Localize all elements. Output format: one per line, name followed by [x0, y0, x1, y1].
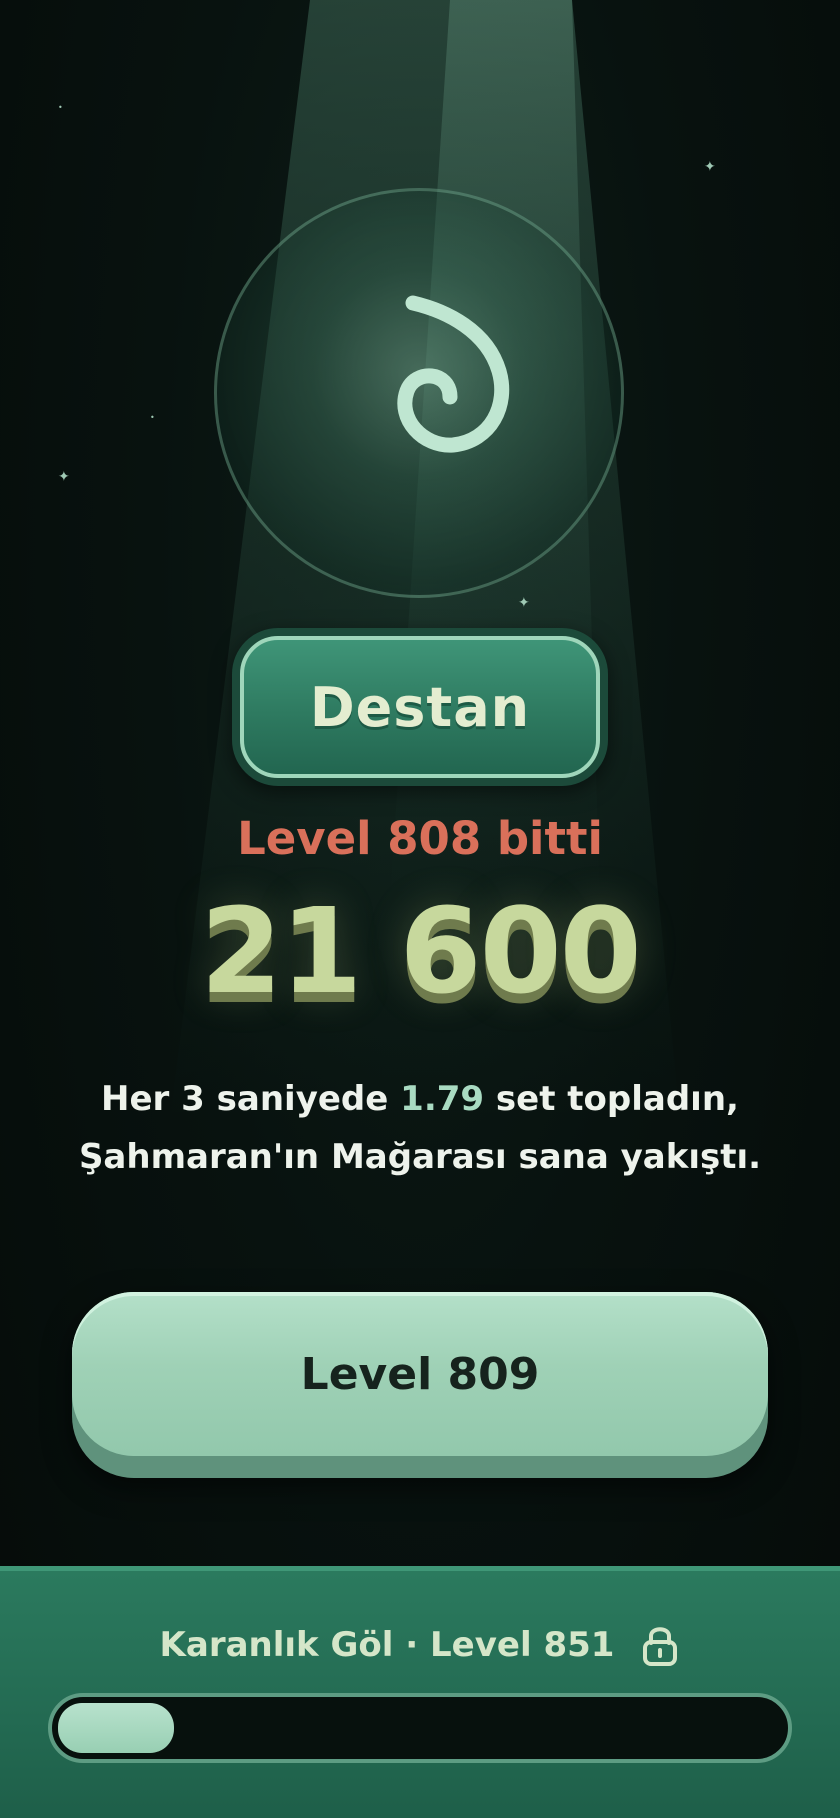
rank-orb [214, 188, 624, 598]
rank-badge: Destan [232, 628, 608, 786]
level-complete-title: Level 808 bitti [237, 812, 603, 865]
star-decoration: ✦ [518, 595, 530, 611]
star-decoration: ✦ [704, 159, 716, 175]
destination-header: Karanlık Göl · Level 851 [0, 1623, 840, 1667]
next-level-button-face[interactable]: Level 809 [72, 1292, 768, 1456]
destination-progress-fill [58, 1703, 174, 1753]
level-complete-screen: • ✦ • ✦ ✦ • Destan Level 808 bitti 21 60… [0, 0, 840, 1818]
destination-progress-bar [48, 1693, 792, 1763]
rank-badge-face: Destan [240, 636, 600, 778]
message-suffix: set topladın, [484, 1079, 739, 1119]
next-level-label: Level 809 [300, 1348, 540, 1400]
lock-icon [643, 1627, 678, 1666]
rank-label: Destan [309, 675, 531, 739]
message-line-2: Şahmaran'ın Mağarası sana yakıştı. [78, 1137, 762, 1177]
score-value: 21 600 [200, 882, 642, 1020]
result-message: Her 3 saniyede 1.79 set topladın, Şahmar… [40, 1070, 800, 1186]
star-decoration: • [58, 103, 63, 112]
spiral-icon [397, 295, 510, 453]
destination-panel: Karanlık Göl · Level 851 [0, 1566, 840, 1818]
message-line-1: Her 3 saniyede 1.79 set topladın, [40, 1070, 800, 1128]
message-prefix: Her 3 saniyede [101, 1079, 401, 1119]
star-decoration: • [150, 413, 155, 422]
next-level-button[interactable]: Level 809 [72, 1292, 768, 1478]
sets-rate-value: 1.79 [400, 1079, 485, 1119]
destination-label: Karanlık Göl · Level 851 [159, 1625, 615, 1665]
star-decoration: ✦ [58, 469, 70, 485]
